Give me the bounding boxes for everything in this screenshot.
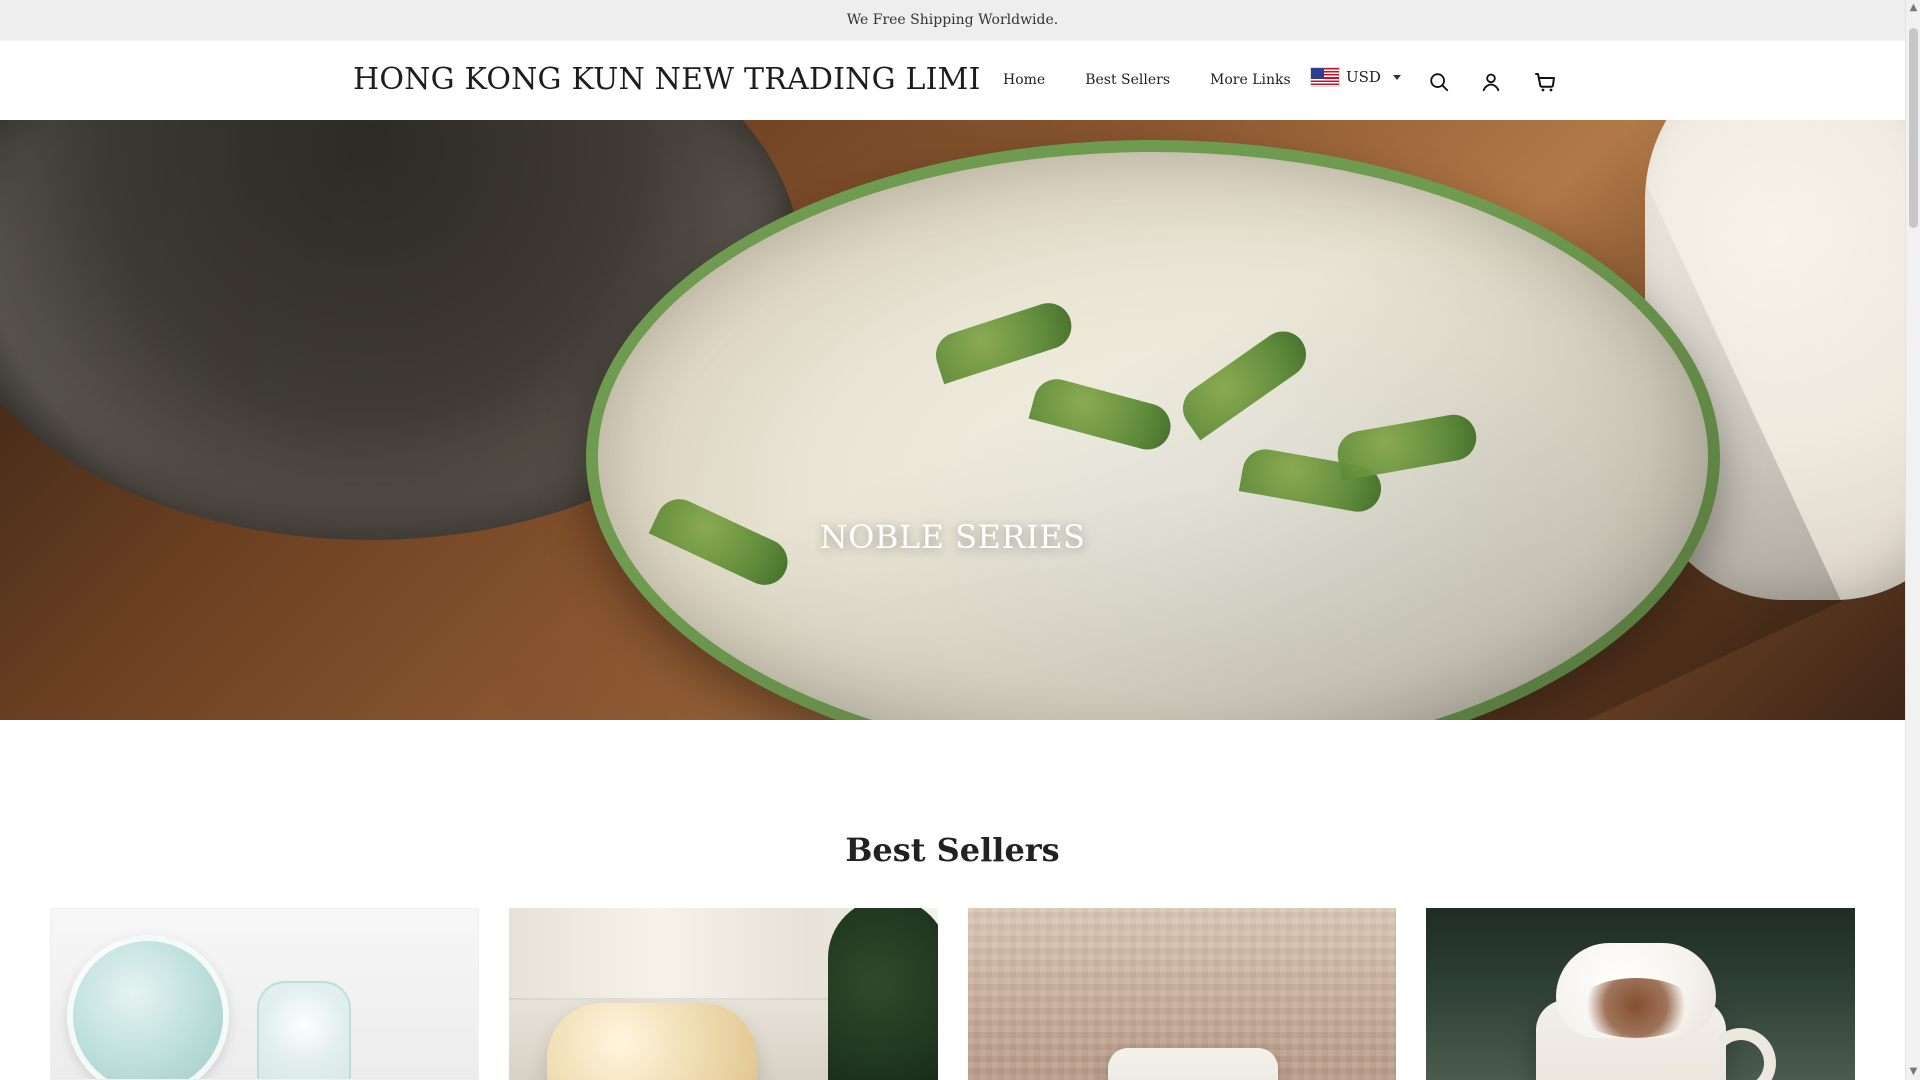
product-card[interactable] [1426,908,1855,1080]
nav-best-sellers[interactable]: Best Sellers [1085,72,1170,88]
scroll-down-icon[interactable]: ▼ [1908,1066,1919,1077]
account-button[interactable] [1478,69,1504,95]
currency-code: USD [1346,68,1381,86]
product-image-mug-with-sweater [1107,1048,1278,1080]
product-image-christmas-tree [827,908,938,1080]
hero-title: NOBLE SERIES [819,518,1086,556]
hero-banner: NOBLE SERIES [0,120,1905,720]
flag-canton [1311,68,1324,79]
us-flag-icon [1310,67,1340,87]
site-header: HONG KONG KUN NEW TRADING LIMI Home Best… [0,40,1905,121]
scroll-thumb[interactable] [1909,28,1918,228]
product-image-glass-vases [67,935,229,1079]
product-card[interactable] [50,908,479,1080]
chevron-down-icon [1392,74,1401,80]
best-sellers-grid [50,908,1855,1080]
announcement-bar: We Free Shipping Worldwide. [0,0,1905,40]
product-card[interactable] [508,908,938,1080]
search-button[interactable] [1426,69,1452,95]
search-icon [1430,73,1449,92]
product-card[interactable] [967,908,1397,1080]
announcement-text: We Free Shipping Worldwide. [846,12,1059,28]
product-image-glass-small [257,981,351,1079]
cart-icon [1535,73,1555,92]
scroll-up-icon[interactable]: ▲ [1908,2,1919,13]
product-image-popcorn-bowl [546,1003,757,1080]
store-logo[interactable]: HONG KONG KUN NEW TRADING LIMI [353,62,981,97]
main-nav: Home Best Sellers More Links [1003,72,1291,88]
chocolate-drizzle [1576,978,1697,1038]
nav-home[interactable]: Home [1003,72,1045,88]
nav-more-links[interactable]: More Links [1210,72,1291,88]
cart-button[interactable] [1532,69,1558,95]
user-icon [1482,73,1500,92]
currency-selector[interactable]: USD [1310,67,1401,87]
vertical-scrollbar[interactable]: ▲ ▼ [1905,0,1920,1080]
best-sellers-title: Best Sellers [845,830,1060,869]
